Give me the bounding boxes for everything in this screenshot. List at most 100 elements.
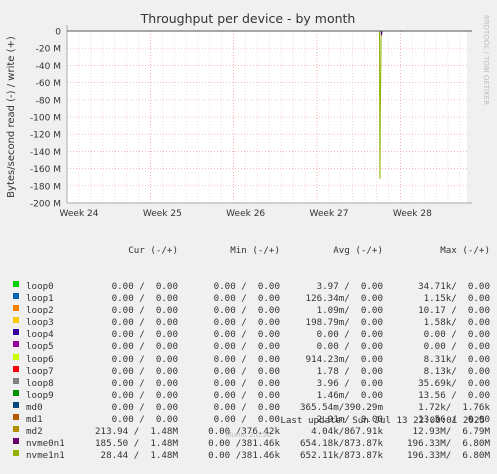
- legend-avg: 1.46m/ 0.00: [316, 389, 383, 401]
- legend-avg: 3.97 / 0.00: [316, 281, 383, 293]
- legend-row: loop2 0.00 / 0.00 0.00 / 0.00 1.09m/ 0.00 10…: [8, 305, 493, 317]
- legend-max: 1.15k/ 0.00: [423, 293, 490, 305]
- legend-min: 0.00 / 0.00: [213, 365, 280, 377]
- legend-min: 0.00 / 0.00: [213, 329, 280, 341]
- legend-swatch: [13, 353, 19, 360]
- y-tick-label: -140 M: [30, 148, 61, 158]
- legend-swatch: [13, 401, 19, 408]
- legend-cur: 0.00 / 0.00: [111, 341, 178, 353]
- legend-cur: 0.00 / 0.00: [111, 365, 178, 377]
- legend-cur: 0.00 / 0.00: [111, 401, 178, 413]
- legend-avg: 914.23m/ 0.00: [305, 353, 383, 365]
- legend-name: loop3: [26, 317, 54, 329]
- x-tick-label: Week 25: [143, 209, 182, 219]
- legend-header-avg: Avg (-/+): [333, 245, 383, 257]
- legend-cur: 0.00 / 0.00: [111, 281, 178, 293]
- legend-max: 0.00 / 0.00: [423, 341, 490, 353]
- legend-row: md0 0.00 / 0.00 0.00 / 0.00 365.54m/390.29m…: [8, 401, 493, 414]
- legend-cur: 0.00 / 0.00: [111, 293, 178, 305]
- x-tick-label: Week 27: [310, 209, 349, 219]
- munin-version: Munin 2.0.56: [225, 431, 272, 439]
- legend-cur: 0.00 / 0.00: [111, 329, 178, 341]
- legend-swatch: [13, 449, 19, 456]
- y-tick-label: -120 M: [30, 131, 61, 141]
- legend-min: 0.00 / 0.00: [213, 293, 280, 305]
- legend-min: 0.00 / 0.00: [213, 305, 280, 317]
- rrdtool-watermark: RRDTOOL / TOBI OETIKER: [482, 15, 490, 105]
- legend-swatch: [13, 365, 19, 372]
- legend-avg: 0.00 / 0.00: [316, 329, 383, 341]
- legend-row: loop9 0.00 / 0.00 0.00 / 0.00 1.46m/ 0.00 13…: [8, 389, 493, 402]
- legend-name: loop1: [26, 293, 54, 305]
- legend-row: loop5 0.00 / 0.00 0.00 / 0.00 0.00 / 0.00 0.…: [8, 341, 493, 353]
- x-tick-label: Week 26: [226, 209, 265, 219]
- legend-row: loop6 0.00 / 0.00 0.00 / 0.00 914.23m/ 0.00…: [8, 353, 493, 366]
- legend-avg: 1.78 / 0.00: [316, 365, 383, 377]
- legend-avg: 198.79m/ 0.00: [305, 317, 383, 329]
- legend-max: 196.33M/ 6.80M: [407, 449, 490, 461]
- legend-swatch: [13, 317, 19, 324]
- legend-min: 0.00 / 0.00: [213, 389, 280, 401]
- legend-max: 8.31k/ 0.00: [423, 353, 490, 365]
- legend-header-max: Max (-/+): [440, 245, 490, 257]
- legend-avg: 3.96 / 0.00: [316, 377, 383, 389]
- legend-swatch: [13, 341, 19, 348]
- y-tick-label: -100 M: [30, 114, 61, 124]
- y-tick-label: -80 M: [36, 96, 61, 106]
- legend-avg: 365.54m/390.29m: [300, 401, 383, 413]
- legend-name: loop7: [26, 365, 54, 377]
- legend-avg: 652.11k/873.87k: [300, 449, 383, 461]
- legend-cur: 0.00 / 0.00: [111, 377, 178, 389]
- legend-row: nvme1n1 28.44 / 1.48M 0.00 /381.46k 652.11k…: [8, 449, 493, 462]
- legend-swatch: [13, 377, 19, 384]
- x-tick-label: Week 28: [393, 209, 432, 219]
- y-tick-label: -40 M: [36, 62, 61, 72]
- legend-row: loop1 0.00 / 0.00 0.00 / 0.00 126.34m/ 0.00…: [8, 293, 493, 305]
- legend-row: loop7 0.00 / 0.00 0.00 / 0.00 1.78 / 0.00 8.…: [8, 365, 493, 378]
- x-tick-label: Week 24: [60, 209, 99, 219]
- legend-swatch: [13, 305, 19, 312]
- legend-min: 0.00 / 0.00: [213, 401, 280, 413]
- legend-avg: 0.00 / 0.00: [316, 341, 383, 353]
- legend-name: loop0: [26, 281, 54, 293]
- y-tick-label: -200 M: [30, 200, 61, 210]
- legend-row: nvme0n1 185.50 / 1.48M 0.00 /381.46k 654.18…: [8, 437, 493, 450]
- y-tick-label: -180 M: [30, 182, 61, 192]
- legend-swatch: [13, 329, 19, 336]
- legend-name: loop2: [26, 305, 54, 317]
- legend-cur: 0.00 / 0.00: [111, 353, 178, 365]
- legend-cur: 0.00 / 0.00: [111, 305, 178, 317]
- legend-max: 8.13k/ 0.00: [423, 365, 490, 377]
- legend-max: 196.33M/ 6.80M: [407, 437, 490, 449]
- legend-row: loop8 0.00 / 0.00 0.00 / 0.00 3.96 / 0.00 35…: [8, 377, 493, 390]
- chart-title: Throughput per device - by month: [140, 11, 356, 26]
- legend-min: 0.00 /381.46k: [208, 449, 280, 461]
- legend-row: loop0 0.00 / 0.00 0.00 / 0.00 3.97 / 0.00 34…: [8, 281, 493, 293]
- legend-max: 35.69k/ 0.00: [418, 377, 490, 389]
- legend-name: loop8: [26, 377, 54, 389]
- legend-min: 0.00 / 0.00: [213, 341, 280, 353]
- y-axis-label: Bytes/second read (-) / write (+): [6, 36, 17, 198]
- legend-swatch: [13, 281, 19, 288]
- y-tick-label: -20 M: [36, 45, 61, 55]
- legend-min: 0.00 /381.46k: [208, 437, 280, 449]
- legend-name: loop6: [26, 353, 54, 365]
- legend-min: 0.00 / 0.00: [213, 317, 280, 329]
- legend-row: loop4 0.00 / 0.00 0.00 / 0.00 0.00 / 0.00 0.…: [8, 329, 493, 341]
- y-tick-label: 0: [55, 28, 61, 38]
- legend-name: loop5: [26, 341, 54, 353]
- legend-header-min: Min (-/+): [230, 245, 280, 257]
- legend-max: 10.17 / 0.00: [418, 305, 490, 317]
- legend-max: 13.56 / 0.00: [418, 389, 490, 401]
- legend-max: 0.00 / 0.00: [423, 329, 490, 341]
- legend-row: loop3 0.00 / 0.00 0.00 / 0.00 198.79m/ 0.00…: [8, 317, 493, 329]
- legend-cur: 0.00 / 0.00: [111, 389, 178, 401]
- legend-max: 1.58k/ 0.00: [423, 317, 490, 329]
- legend-min: 0.00 / 0.00: [213, 377, 280, 389]
- legend-max: 1.72k/ 1.76k: [418, 401, 490, 413]
- legend-cur: 0.00 / 0.00: [111, 317, 178, 329]
- legend-max: 34.71k/ 0.00: [418, 281, 490, 293]
- legend-min: 0.00 / 0.00: [213, 353, 280, 365]
- legend-avg: 1.09m/ 0.00: [316, 305, 383, 317]
- y-tick-label: -60 M: [36, 79, 61, 89]
